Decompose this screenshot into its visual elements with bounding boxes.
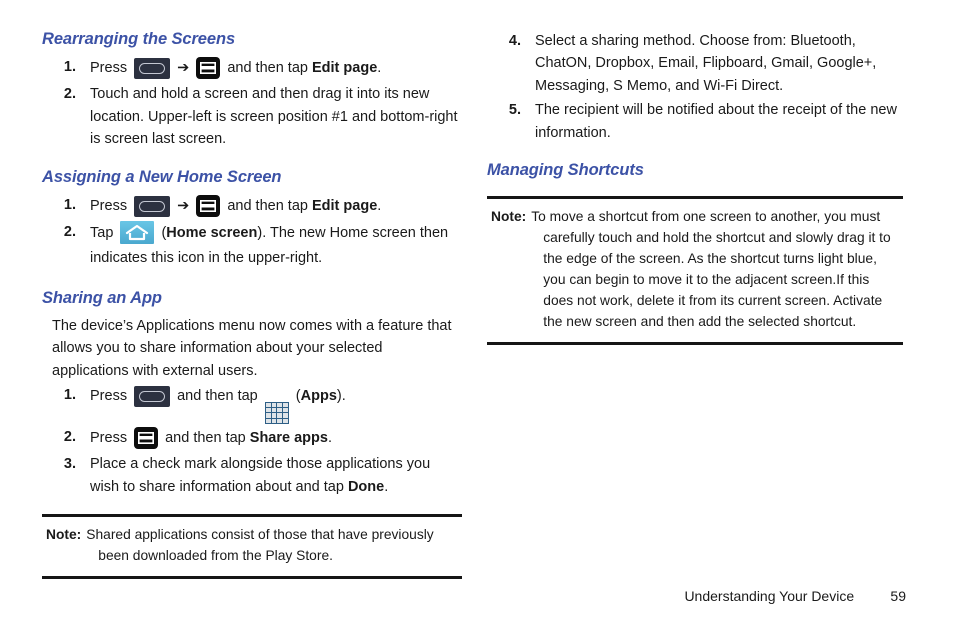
note-paragraph: Shared applications consist of those tha… [86,527,434,564]
section-heading-managing-shortcuts: Managing Shortcuts [487,161,644,180]
emphasis-text: Home screen [166,225,258,242]
steps-assigning-a-new-home-screen: 1. Press ➔ and then tap Edit page. 2. Ta… [42,194,462,272]
menu-key-icon [134,386,171,408]
step-text: Place a check mark alongside those appli… [90,456,431,495]
step-item: 2. Touch and hold a screen and then drag… [42,83,462,150]
step-number: 1. [63,387,76,404]
footer-page-number: 59 [890,588,906,604]
right-column: 4. Select a sharing method. Choose from:… [487,30,903,346]
apps-grid-cell [271,413,277,418]
step-text: The recipient will be notified about the… [535,102,897,141]
step-item: 5. The recipient will be notified about … [487,99,903,144]
step-item: 1. Press and then tap (Apps). [42,384,462,424]
emphasis-text: Edit page [312,197,378,214]
step-text: Press ➔ and then tap Edit page. [90,194,462,219]
step-item: 1. Press ➔ and then tap Edit page. [42,194,462,219]
step-text: Press and then tap Share apps. [90,426,462,451]
apps-grid-cell [265,402,271,408]
page-footer: Understanding Your Device 59 [0,588,906,604]
apps-grid-cell [277,408,283,413]
note-row: Note: Shared applications consist of tho… [46,525,460,567]
emphasis-text: Share apps [249,429,328,446]
step-item: 1. Press ➔ and then tap Edit page. [42,56,462,81]
step-text: Press and then tap (Apps). [90,384,462,424]
apps-grid-cell [271,418,277,423]
step-text: Tap (Home screen). The new Home screen t… [90,221,462,272]
note-paragraph: To move a shortcut from one screen to an… [531,209,891,330]
step-number: 5. [508,102,521,119]
manual-page: Rearranging the Screens 1. Press ➔ and t… [0,0,954,636]
note-box-shared-applications: Note: Shared applications consist of tho… [42,514,462,580]
apps-grid-cell [277,402,283,408]
step-number: 2. [63,86,76,103]
step-number: 2. [63,224,76,241]
apps-grid-cell [265,418,271,423]
section-heading-assigning-a-new-home-screen: Assigning a New Home Screen [42,167,282,186]
apps-grid-cell [283,408,288,413]
step-item: 2. Tap (Home screen). The new Home scree… [42,221,462,272]
step-number: 3. [63,456,76,473]
left-column: Rearranging the Screens 1. Press ➔ and t… [42,30,462,580]
step-number: 1. [63,58,76,75]
apps-grid-cell [277,413,283,418]
apps-grid-cell [283,418,288,423]
home-screen-icon [120,221,155,245]
step-text: Touch and hold a screen and then drag it… [90,86,458,148]
step-number: 4. [508,33,521,49]
apps-grid-cell [283,402,288,408]
apps-grid-cell [283,413,288,418]
section-heading-sharing-an-app: Sharing an App [42,288,162,307]
apps-grid-cell [265,408,271,413]
section-heading-rearranging-the-screens: Rearranging the Screens [42,30,236,48]
menu-page-icon [134,426,159,449]
step-item: 4. Select a sharing method. Choose from:… [487,30,903,97]
apps-grid-cell [271,402,277,408]
step-number: 2. [63,428,76,445]
apps-grid-cell [265,413,271,418]
apps-grid-cell [271,408,277,413]
menu-key-icon [134,195,171,217]
apps-grid-icon [264,401,289,424]
step-item: 2. Press and then tap Share apps. [42,426,462,451]
menu-page-icon [196,194,221,217]
apps-grid-cell [277,418,283,423]
note-text: Shared applications consist of those tha… [86,525,460,567]
emphasis-text: Apps [300,388,337,405]
note-label: Note: [46,527,82,543]
note-box-managing-shortcuts: Note: To move a shortcut from one screen… [487,196,903,346]
step-item: 3. Place a check mark alongside those ap… [42,453,462,498]
menu-page-icon [196,56,221,79]
step-text: Select a sharing method. Choose from: Bl… [535,33,877,94]
menu-key-icon [134,57,171,79]
note-label: Note: [491,209,527,225]
steps-sharing-an-app-continued: 4. Select a sharing method. Choose from:… [487,30,903,144]
footer-chapter-title: Understanding Your Device [684,588,855,604]
note-row: Note: To move a shortcut from one screen… [491,207,901,333]
steps-rearranging-the-screens: 1. Press ➔ and then tap Edit page. 2. To… [42,56,462,151]
step-text: Press ➔ and then tap Edit page. [90,56,462,81]
steps-sharing-an-app: 1. Press and then tap (Apps). 2. Press a… [42,384,462,498]
emphasis-text: Edit page [312,59,378,76]
step-number: 1. [63,196,76,213]
note-text: To move a shortcut from one screen to an… [531,207,901,333]
emphasis-text: Done [347,478,385,495]
sharing-an-app-intro-paragraph: The device’s Applications menu now comes… [52,317,452,379]
